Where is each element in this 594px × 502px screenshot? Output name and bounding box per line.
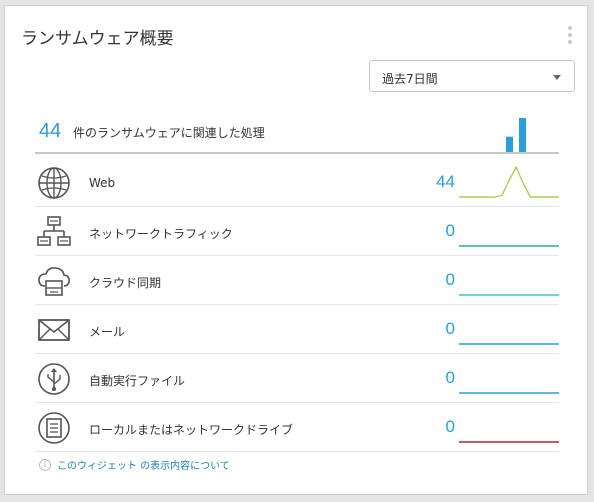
row-count[interactable]: 0	[446, 319, 455, 339]
ransomware-source-row: メール 0	[35, 305, 559, 354]
ransomware-source-row: 自動実行ファイル 0	[35, 354, 559, 403]
drive-icon	[38, 412, 70, 444]
row-count[interactable]: 0	[446, 221, 455, 241]
network-icon	[37, 216, 71, 246]
ransomware-summary-widget: ランサムウェア概要 過去7日間 44 件のランサムウェアに関連した処理 Web 4…	[4, 5, 588, 495]
row-label: ネットワークトラフィック	[89, 227, 233, 241]
row-sparkline	[459, 166, 559, 198]
row-count[interactable]: 44	[436, 172, 455, 192]
sparkline-path	[459, 166, 559, 198]
ransomware-source-row: Web 44	[35, 158, 559, 207]
about-widget-link[interactable]: i このウィジェット の表示内容について	[39, 457, 230, 472]
divider	[35, 152, 559, 154]
row-sparkline	[459, 245, 559, 247]
about-widget-link-text: このウィジェット の表示内容について	[57, 461, 230, 472]
cloud-sync-icon	[38, 267, 70, 296]
row-sparkline	[459, 441, 559, 443]
globe-icon	[38, 167, 70, 199]
summary-bar	[519, 118, 526, 152]
row-sparkline	[459, 392, 559, 394]
usb-icon	[38, 363, 70, 395]
row-label: ローカルまたはネットワークドライブ	[89, 423, 294, 437]
widget-title: ランサムウェア概要	[21, 29, 174, 49]
row-label: メール	[89, 325, 126, 339]
row-label: 自動実行ファイル	[89, 374, 186, 388]
row-label: Web	[89, 176, 116, 190]
chevron-down-icon	[553, 75, 561, 80]
info-icon: i	[39, 458, 51, 471]
ransomware-source-row: ローカルまたはネットワークドライブ 0	[35, 403, 559, 452]
row-label: クラウド同期	[89, 276, 162, 290]
summary-bar-chart	[506, 118, 526, 152]
row-sparkline	[459, 294, 559, 296]
summary-text: 件のランサムウェアに関連した処理	[73, 126, 265, 140]
time-range-value: 過去7日間	[382, 72, 438, 86]
more-options-icon[interactable]	[568, 26, 572, 47]
summary-bar	[506, 136, 513, 152]
time-range-select[interactable]: 過去7日間	[369, 60, 575, 92]
ransomware-source-row: ネットワークトラフィック 0	[35, 207, 559, 256]
row-sparkline	[459, 343, 559, 345]
row-count[interactable]: 0	[446, 417, 455, 437]
row-count[interactable]: 0	[446, 368, 455, 388]
ransomware-source-row: クラウド同期 0	[35, 256, 559, 305]
mail-icon	[38, 319, 70, 341]
row-count[interactable]: 0	[446, 270, 455, 290]
summary-count: 44	[39, 120, 62, 142]
summary-line: 44 件のランサムウェアに関連した処理	[39, 116, 559, 152]
